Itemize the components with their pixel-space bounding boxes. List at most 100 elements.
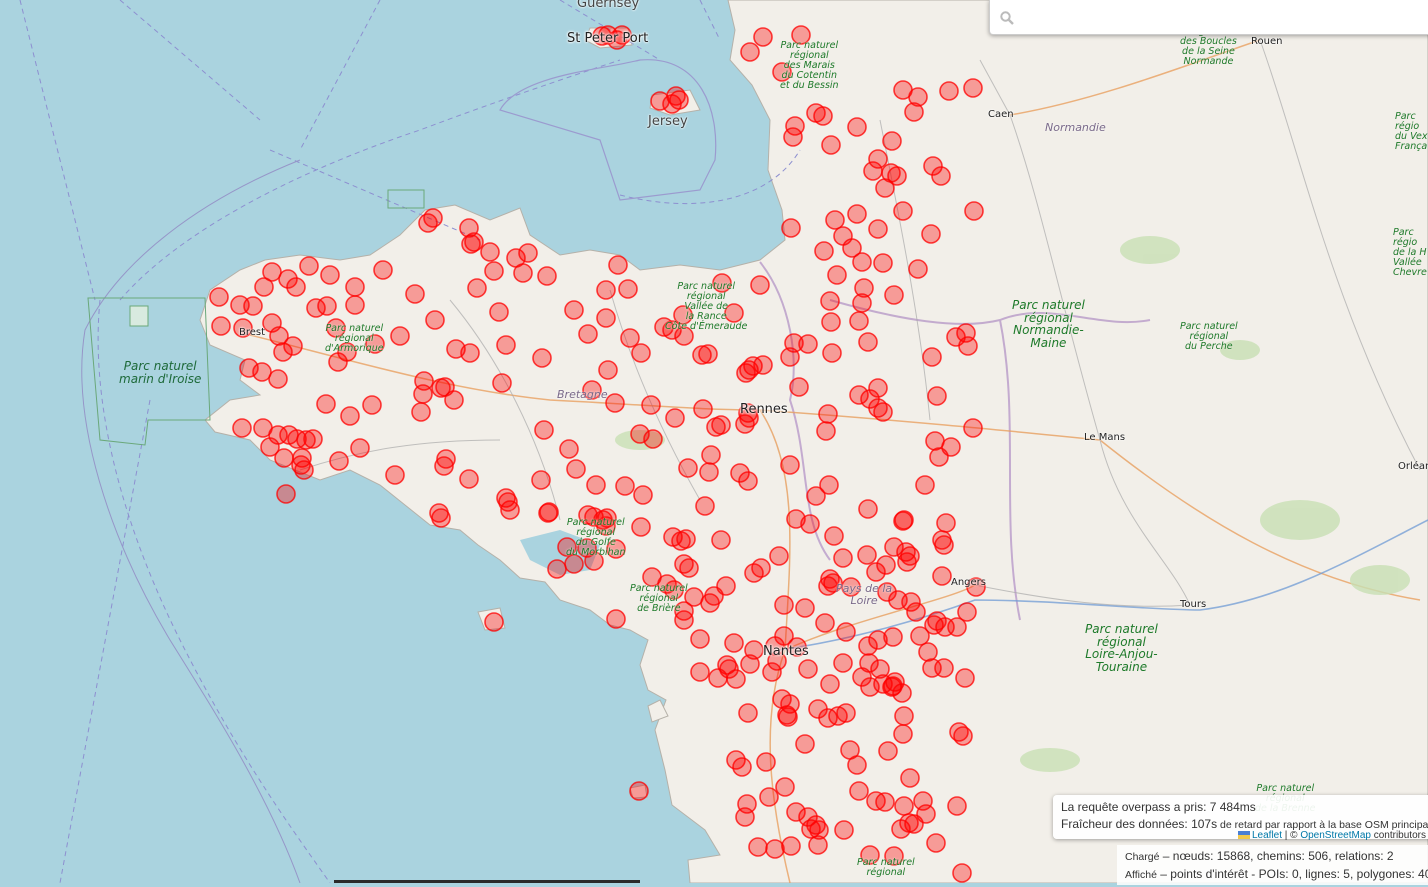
poi-marker[interactable]: [631, 517, 651, 537]
poi-marker[interactable]: [531, 470, 551, 490]
poi-marker[interactable]: [897, 552, 917, 572]
poi-marker[interactable]: [500, 500, 520, 520]
poi-marker[interactable]: [233, 318, 253, 338]
poi-marker[interactable]: [329, 451, 349, 471]
poi-marker[interactable]: [958, 336, 978, 356]
poi-marker[interactable]: [947, 796, 967, 816]
poi-marker[interactable]: [781, 836, 801, 856]
poi-marker[interactable]: [852, 252, 872, 272]
poi-marker[interactable]: [769, 546, 789, 566]
poi-marker[interactable]: [858, 636, 878, 656]
poi-marker[interactable]: [711, 530, 731, 550]
poi-marker[interactable]: [966, 577, 986, 597]
poi-marker[interactable]: [701, 445, 721, 465]
poi-marker[interactable]: [858, 499, 878, 519]
poi-marker[interactable]: [434, 456, 454, 476]
poi-marker[interactable]: [736, 363, 756, 383]
poi-marker[interactable]: [459, 469, 479, 489]
poi-marker[interactable]: [418, 213, 438, 233]
poi-marker[interactable]: [818, 576, 838, 596]
poi-marker[interactable]: [750, 275, 770, 295]
poi-marker[interactable]: [413, 384, 433, 404]
poi-marker[interactable]: [836, 622, 856, 642]
poi-marker[interactable]: [795, 734, 815, 754]
poi-marker[interactable]: [690, 662, 710, 682]
poi-marker[interactable]: [578, 324, 598, 344]
poi-marker[interactable]: [894, 796, 914, 816]
poi-marker[interactable]: [534, 420, 554, 440]
poi-marker[interactable]: [781, 218, 801, 238]
poi-marker[interactable]: [934, 535, 954, 555]
poi-marker[interactable]: [532, 348, 552, 368]
poi-marker[interactable]: [618, 279, 638, 299]
poi-marker[interactable]: [345, 277, 365, 297]
poi-marker[interactable]: [584, 551, 604, 571]
poi-marker[interactable]: [547, 559, 567, 579]
poi-marker[interactable]: [620, 328, 640, 348]
poi-marker[interactable]: [765, 839, 785, 859]
poi-marker[interactable]: [762, 662, 782, 682]
poi-marker[interactable]: [847, 117, 867, 137]
poi-marker[interactable]: [641, 395, 661, 415]
poi-marker[interactable]: [340, 406, 360, 426]
poi-marker[interactable]: [328, 352, 348, 372]
poi-marker[interactable]: [582, 380, 602, 400]
poi-marker[interactable]: [444, 390, 464, 410]
poi-marker[interactable]: [692, 345, 712, 365]
poi-marker[interactable]: [878, 741, 898, 761]
poi-marker[interactable]: [952, 863, 972, 883]
poi-marker[interactable]: [605, 393, 625, 413]
poi-marker[interactable]: [484, 612, 504, 632]
poi-marker[interactable]: [362, 395, 382, 415]
poi-marker[interactable]: [693, 399, 713, 419]
poi-marker[interactable]: [345, 295, 365, 315]
poi-marker[interactable]: [927, 386, 947, 406]
poi-marker[interactable]: [211, 316, 231, 336]
poi-marker[interactable]: [798, 659, 818, 679]
poi-marker[interactable]: [489, 302, 509, 322]
poi-marker[interactable]: [841, 577, 861, 597]
poi-marker[interactable]: [858, 332, 878, 352]
poi-marker[interactable]: [868, 398, 888, 418]
poi-marker[interactable]: [774, 595, 794, 615]
poi-marker[interactable]: [316, 394, 336, 414]
poi-marker[interactable]: [825, 210, 845, 230]
poi-marker[interactable]: [539, 502, 559, 522]
poi-marker[interactable]: [873, 253, 893, 273]
poi-marker[interactable]: [772, 62, 792, 82]
poi-marker[interactable]: [827, 265, 847, 285]
poi-marker[interactable]: [467, 278, 487, 298]
poi-marker[interactable]: [852, 293, 872, 313]
poi-marker[interactable]: [868, 219, 888, 239]
search-input[interactable]: [1020, 6, 1428, 30]
poi-marker[interactable]: [740, 654, 760, 674]
poi-marker[interactable]: [891, 819, 911, 839]
poi-marker[interactable]: [726, 669, 746, 689]
poi-marker[interactable]: [564, 554, 584, 574]
poi-marker[interactable]: [849, 311, 869, 331]
poi-marker[interactable]: [894, 510, 914, 530]
poi-marker[interactable]: [712, 273, 732, 293]
poi-marker[interactable]: [847, 755, 867, 775]
poi-marker[interactable]: [286, 277, 306, 297]
poi-marker[interactable]: [821, 312, 841, 332]
poi-marker[interactable]: [740, 42, 760, 62]
poi-marker[interactable]: [963, 78, 983, 98]
poi-marker[interactable]: [875, 792, 895, 812]
poi-marker[interactable]: [800, 514, 820, 534]
poi-marker[interactable]: [787, 637, 807, 657]
poi-marker[interactable]: [939, 81, 959, 101]
poi-marker[interactable]: [596, 308, 616, 328]
poi-marker[interactable]: [273, 342, 293, 362]
poi-marker[interactable]: [598, 360, 618, 380]
poi-marker[interactable]: [268, 369, 288, 389]
osm-link[interactable]: OpenStreetMap: [1300, 830, 1371, 841]
search-box[interactable]: [989, 0, 1428, 35]
poi-marker[interactable]: [821, 135, 841, 155]
poi-marker[interactable]: [629, 781, 649, 801]
poi-marker[interactable]: [847, 204, 867, 224]
poi-marker[interactable]: [964, 201, 984, 221]
poi-marker[interactable]: [460, 343, 480, 363]
poi-marker[interactable]: [808, 835, 828, 855]
poi-marker[interactable]: [518, 243, 538, 263]
